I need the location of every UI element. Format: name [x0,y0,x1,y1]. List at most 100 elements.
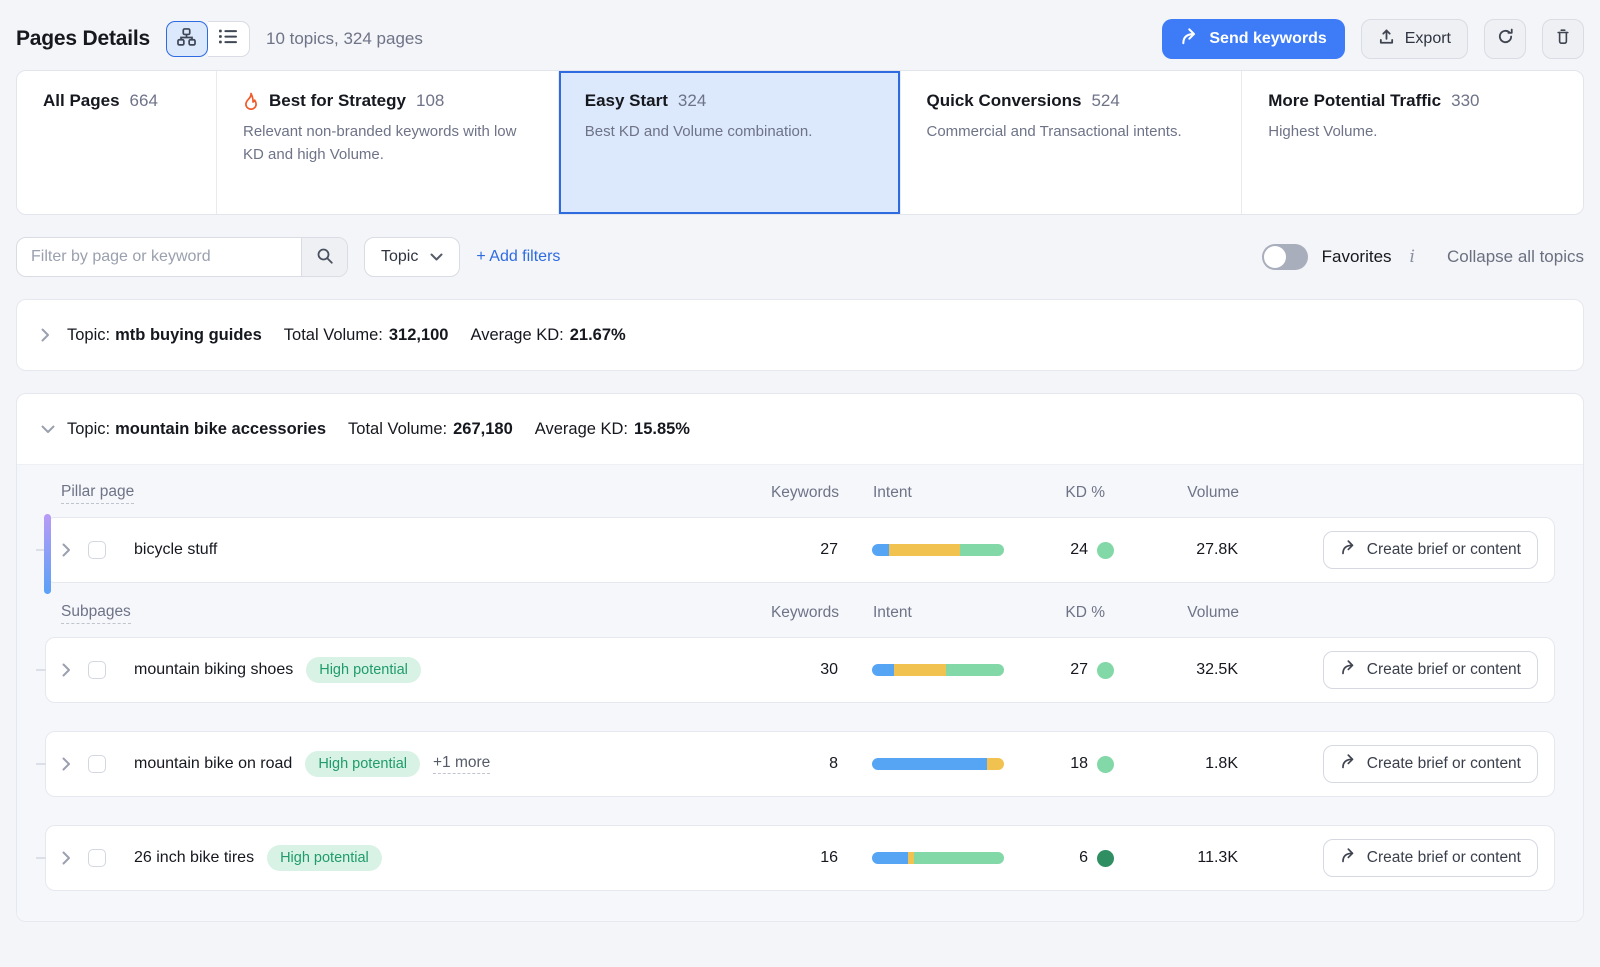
send-arrow-icon [1180,27,1199,51]
tab-quick-conversions[interactable]: Quick Conversions 524 Commercial and Tra… [901,71,1243,214]
pillar-page-label: Pillar page [61,483,134,504]
intent-segment-blue [872,852,908,864]
tab-description: Commercial and Transactional intents. [927,121,1216,144]
subpages-label: Subpages [61,603,131,624]
sitemap-icon [177,28,196,51]
topic-prefix: Topic: [67,420,110,439]
kd-value: 6 [1079,849,1088,867]
create-brief-label: Create brief or content [1367,849,1521,867]
intent-segment-green [946,664,1004,676]
collapse-all-topics-link[interactable]: Collapse all topics [1447,247,1584,267]
table-row: bicycle stuff 27 24 27.8K Create brief o… [45,517,1555,583]
favorites-toggle[interactable] [1262,244,1308,270]
toggle-knob [1264,246,1286,268]
topic-header[interactable]: Topic: mtb buying guides Total Volume: 3… [17,300,1583,370]
volume-value: 32.5K [1128,661,1258,679]
pillar-header-row: Pillar page Keywords Intent KD % Volume [45,469,1555,517]
chevron-right-icon[interactable] [62,663,88,677]
average-kd-value: 21.67% [570,326,626,345]
kd-dot [1097,662,1114,679]
kd-dot [1097,850,1114,867]
topic-name: mtb buying guides [115,326,262,345]
search-icon [316,247,334,268]
tab-best-for-strategy[interactable]: Best for Strategy 108 Relevant non-brand… [217,71,559,214]
search-input[interactable] [17,238,301,276]
more-badges-link[interactable]: +1 more [433,754,490,774]
search-box [16,237,348,277]
tab-more-potential-traffic[interactable]: More Potential Traffic 330 Highest Volum… [1242,71,1583,214]
topic-prefix: Topic: [67,326,110,345]
intent-bar [872,852,1004,864]
page-name: bicycle stuff [134,541,217,559]
export-label: Export [1405,30,1451,48]
subpage-rows: mountain biking shoes High potential 30 … [45,637,1555,891]
view-toggle [166,21,250,57]
keywords-column-header: Keywords [759,484,839,502]
row-checkbox[interactable] [88,755,106,773]
chevron-right-icon[interactable] [62,851,88,865]
table-row: 26 inch bike tires High potential 16 6 1… [45,825,1555,891]
export-button[interactable]: Export [1361,19,1468,59]
chevron-right-icon[interactable] [41,328,67,342]
chevron-right-icon[interactable] [62,757,88,771]
intent-segment-yellow [908,852,915,864]
delete-button[interactable] [1542,19,1584,59]
tab-count: 330 [1451,91,1479,111]
filter-row: Topic + Add filters Favorites i Collapse… [16,237,1584,277]
create-brief-button[interactable]: Create brief or content [1323,839,1538,877]
tab-title: Quick Conversions [927,91,1082,111]
create-brief-label: Create brief or content [1367,541,1521,559]
list-icon [219,29,237,49]
topic-filter-dropdown[interactable]: Topic [364,237,460,277]
create-brief-button[interactable]: Create brief or content [1323,745,1538,783]
intent-bar [872,544,1004,556]
create-brief-arrow-icon [1340,539,1357,561]
kd-dot [1097,756,1114,773]
topic-header[interactable]: Topic: mountain bike accessories Total V… [17,394,1583,464]
search-button[interactable] [301,238,347,276]
intent-segment-green [960,544,1004,556]
create-brief-arrow-icon [1340,847,1357,869]
total-volume-value: 267,180 [453,420,513,439]
row-checkbox[interactable] [88,849,106,867]
tab-easy-start[interactable]: Easy Start 324 Best KD and Volume combin… [559,71,901,214]
total-volume-label: Total Volume: [284,326,383,345]
kd-column-header: KD % [1009,484,1129,502]
tab-count: 108 [416,91,444,111]
high-potential-badge: High potential [306,657,421,683]
page-name: mountain bike on road [134,755,292,773]
intent-segment-yellow [894,664,945,676]
info-icon[interactable]: i [1408,247,1417,267]
pillar-accent-bar [44,514,51,594]
average-kd-value: 15.85% [634,420,690,439]
volume-value: 11.3K [1128,849,1258,867]
intent-bar [872,664,1004,676]
tab-title: Best for Strategy [269,91,406,111]
create-brief-button[interactable]: Create brief or content [1323,651,1538,689]
intent-segment-blue [872,758,987,770]
refresh-icon [1497,28,1514,50]
average-kd-label: Average KD: [471,326,564,345]
top-bar: Pages Details 10 topics, 324 pa [16,8,1584,70]
chevron-down-icon [430,248,443,266]
tree-view-button[interactable] [166,21,208,57]
tab-all-pages[interactable]: All Pages 664 [17,71,217,214]
flame-icon [243,92,259,110]
topic-table: Pillar page Keywords Intent KD % Volume … [17,464,1583,921]
chevron-down-icon[interactable] [41,425,67,434]
tab-title: All Pages [43,91,120,111]
chevron-right-icon[interactable] [62,543,88,557]
add-filters-link[interactable]: + Add filters [476,248,560,266]
send-keywords-button[interactable]: Send keywords [1162,19,1344,59]
tab-count: 524 [1091,91,1119,111]
intent-segment-yellow [987,758,1004,770]
tab-cards: All Pages 664 Best for Strategy 108 Rele… [16,70,1584,215]
create-brief-button[interactable]: Create brief or content [1323,531,1538,569]
create-brief-arrow-icon [1340,659,1357,681]
refresh-button[interactable] [1484,19,1526,59]
row-checkbox[interactable] [88,661,106,679]
kd-value: 24 [1070,541,1088,559]
list-view-button[interactable] [208,21,250,57]
topic-card-mountain-bike-accessories: Topic: mountain bike accessories Total V… [16,393,1584,922]
row-checkbox[interactable] [88,541,106,559]
